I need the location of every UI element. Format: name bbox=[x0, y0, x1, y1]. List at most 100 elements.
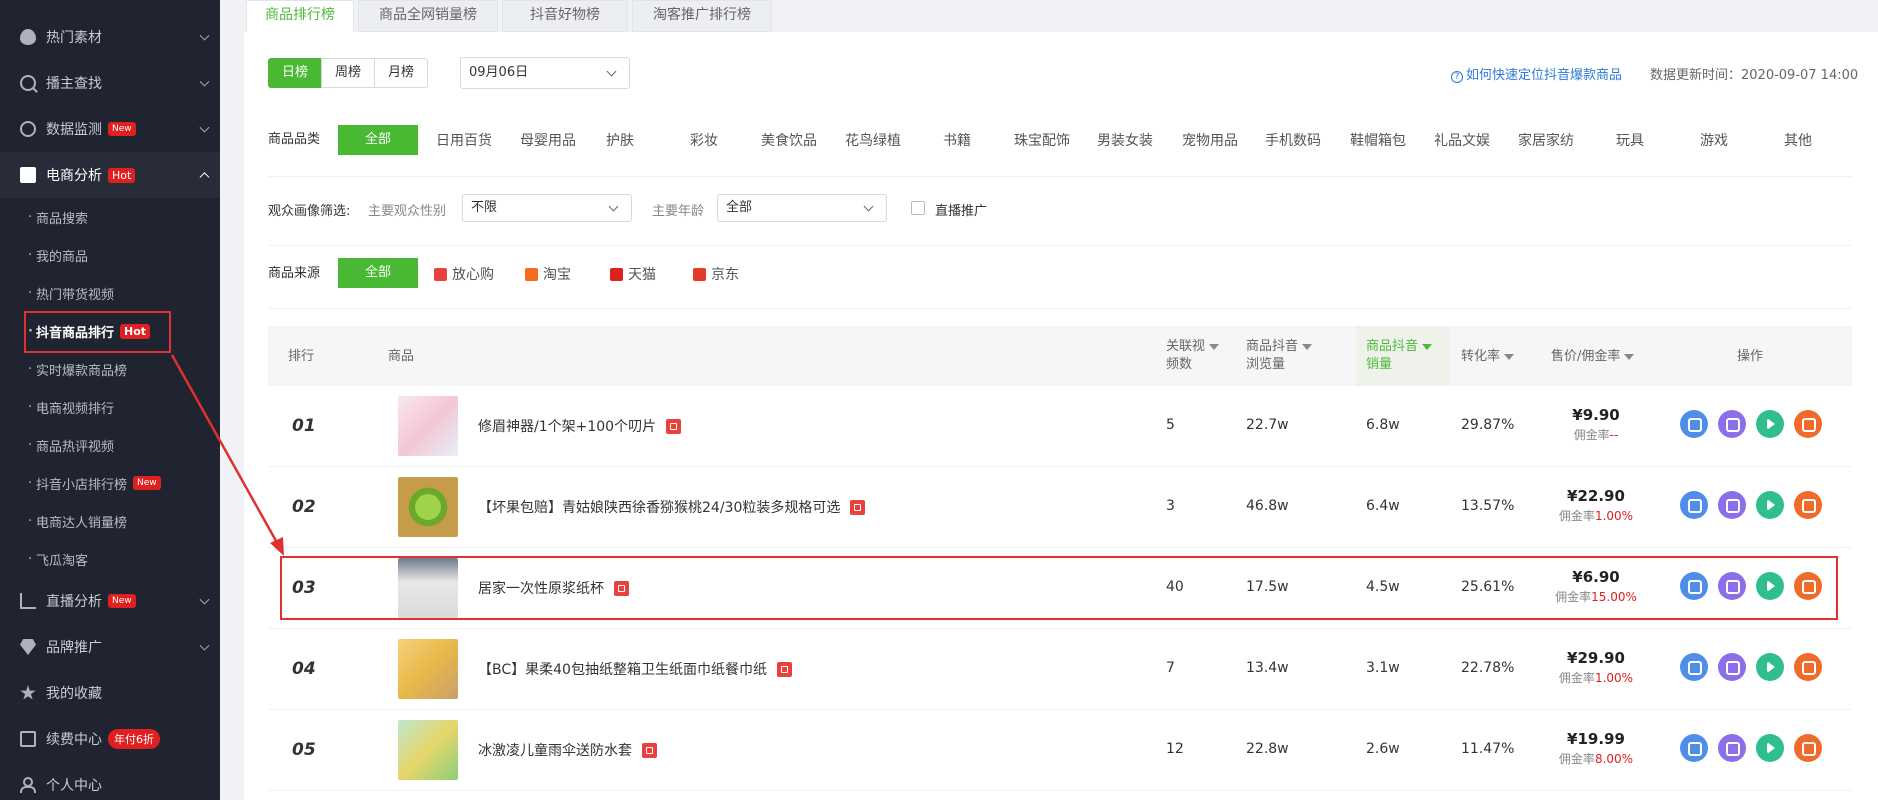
sidebar-group-ecommerce[interactable]: 电商分析 Hot bbox=[0, 152, 220, 198]
gender-select[interactable]: 不限 bbox=[462, 194, 632, 222]
shop-icon[interactable] bbox=[1794, 410, 1822, 438]
category-item[interactable]: 鞋帽箱包 bbox=[1336, 130, 1420, 150]
product-thumbnail[interactable] bbox=[398, 720, 458, 780]
help-link[interactable]: ? 如何快速定位抖音爆款商品 bbox=[1451, 64, 1622, 83]
category-item[interactable]: 书籍 bbox=[915, 130, 999, 150]
price-cell: ¥9.90 佣金率-- bbox=[1546, 406, 1646, 443]
influencer-icon[interactable] bbox=[1718, 491, 1746, 519]
product-thumbnail[interactable] bbox=[398, 639, 458, 699]
sidebar-item-hot-videos[interactable]: 热门带货视频 bbox=[0, 274, 220, 312]
chevron-down-icon bbox=[199, 594, 210, 605]
category-item[interactable]: 家居家纺 bbox=[1504, 130, 1588, 150]
search-icon bbox=[20, 75, 36, 91]
influencer-icon[interactable] bbox=[1718, 653, 1746, 681]
product-name[interactable]: 冰激凌儿童雨伞送防水套 bbox=[478, 740, 657, 760]
trend-chart-icon[interactable] bbox=[1680, 491, 1708, 519]
category-item[interactable]: 男装女装 bbox=[1083, 130, 1167, 150]
bag-icon bbox=[20, 167, 36, 183]
header-views[interactable]: 商品抖音 浏览量 bbox=[1246, 338, 1313, 374]
sidebar-group-renewal[interactable]: 续费中心 年付6折 bbox=[0, 716, 220, 762]
sidebar-item-video-ranking[interactable]: 电商视频排行 bbox=[0, 388, 220, 426]
category-item[interactable]: 护肤 bbox=[578, 130, 662, 150]
sidebar-item-hot-comment-videos[interactable]: 商品热评视频 bbox=[0, 426, 220, 464]
live-promotion-checkbox[interactable] bbox=[911, 201, 925, 215]
product-thumbnail[interactable] bbox=[398, 477, 458, 537]
product-thumbnail[interactable] bbox=[398, 396, 458, 456]
category-item[interactable]: 美食饮品 bbox=[747, 130, 831, 150]
category-item[interactable]: 彩妆 bbox=[662, 130, 746, 150]
category-item[interactable]: 礼品文娱 bbox=[1420, 130, 1504, 150]
age-select[interactable]: 全部 bbox=[717, 194, 887, 222]
source-tmall[interactable]: 天猫 bbox=[610, 264, 656, 284]
shop-icon[interactable] bbox=[1794, 734, 1822, 762]
chevron-down-icon bbox=[608, 201, 619, 212]
category-item[interactable]: 日用百货 bbox=[422, 130, 506, 150]
sidebar-item-product-search[interactable]: 商品搜索 bbox=[0, 198, 220, 236]
tab-good-items[interactable]: 抖音好物榜 bbox=[502, 0, 628, 32]
source-jd[interactable]: 京东 bbox=[693, 264, 739, 284]
discount-badge: 年付6折 bbox=[108, 729, 160, 749]
period-weekly-button[interactable]: 周榜 bbox=[321, 58, 375, 88]
category-item[interactable]: 宠物用品 bbox=[1168, 130, 1252, 150]
new-badge: New bbox=[108, 594, 136, 608]
header-sales[interactable]: 商品抖音 销量 bbox=[1366, 338, 1433, 374]
date-select[interactable]: 09月06日 bbox=[460, 57, 630, 89]
sort-down-icon bbox=[1302, 343, 1313, 350]
category-item[interactable]: 花鸟绿植 bbox=[831, 130, 915, 150]
category-item[interactable]: 手机数码 bbox=[1251, 130, 1335, 150]
play-video-icon[interactable] bbox=[1756, 653, 1784, 681]
tab-network-sales[interactable]: 商品全网销量榜 bbox=[358, 0, 498, 32]
period-daily-button[interactable]: 日榜 bbox=[268, 58, 322, 88]
period-monthly-button[interactable]: 月榜 bbox=[374, 58, 428, 88]
sidebar-group-profile[interactable]: 个人中心 bbox=[0, 762, 220, 800]
product-name[interactable]: 修眉神器/1个架+100个叨片 bbox=[478, 416, 682, 436]
view-count: 22.8w bbox=[1246, 741, 1289, 757]
trend-chart-icon[interactable] bbox=[1680, 734, 1708, 762]
price-cell: ¥19.99 佣金率8.00% bbox=[1546, 730, 1646, 767]
influencer-icon[interactable] bbox=[1718, 410, 1746, 438]
product-name[interactable]: 【坏果包赔】青姑娘陕西徐香猕猴桃24/30粒装多规格可选 bbox=[478, 497, 866, 517]
header-conversion[interactable]: 转化率 bbox=[1461, 348, 1515, 366]
sidebar-item-influencer-sales[interactable]: 电商达人销量榜 bbox=[0, 502, 220, 540]
trend-chart-icon[interactable] bbox=[1680, 653, 1708, 681]
sidebar-group-data-monitor[interactable]: 数据监测 New bbox=[0, 106, 220, 152]
category-all-button[interactable]: 全部 bbox=[338, 125, 418, 155]
influencer-icon[interactable] bbox=[1718, 734, 1746, 762]
divider bbox=[268, 176, 1852, 177]
category-item[interactable]: 玩具 bbox=[1588, 130, 1672, 150]
sidebar-highlight-box bbox=[24, 311, 171, 353]
tab-product-ranking[interactable]: 商品排行榜 bbox=[246, 0, 354, 32]
category-item[interactable]: 珠宝配饰 bbox=[1000, 130, 1084, 150]
sidebar-item-feigua-taoke[interactable]: 飞瓜淘客 bbox=[0, 540, 220, 578]
shop-icon[interactable] bbox=[1794, 653, 1822, 681]
sidebar-group-anchor-search[interactable]: 播主查找 bbox=[0, 60, 220, 106]
source-all-button[interactable]: 全部 bbox=[338, 258, 418, 288]
sort-down-icon bbox=[1624, 353, 1635, 360]
diamond-icon bbox=[20, 639, 36, 655]
category-item[interactable]: 游戏 bbox=[1672, 130, 1756, 150]
sidebar-group-live-analysis[interactable]: 直播分析 New bbox=[0, 578, 220, 624]
play-video-icon[interactable] bbox=[1756, 410, 1784, 438]
trend-chart-icon[interactable] bbox=[1680, 410, 1708, 438]
source-taobao[interactable]: 淘宝 bbox=[525, 264, 571, 284]
sidebar-item-realtime-hot[interactable]: 实时爆款商品榜 bbox=[0, 350, 220, 388]
chevron-down-icon bbox=[863, 201, 874, 212]
play-video-icon[interactable] bbox=[1756, 734, 1784, 762]
header-videos[interactable]: 关联视 频数 bbox=[1166, 338, 1220, 374]
header-price[interactable]: 售价/佣金率 bbox=[1551, 348, 1635, 366]
sidebar-group-hot-material[interactable]: 热门素材 bbox=[0, 14, 220, 60]
shop-icon[interactable] bbox=[1794, 491, 1822, 519]
play-video-icon[interactable] bbox=[1756, 491, 1784, 519]
source-fangxingou[interactable]: 放心购 bbox=[434, 264, 494, 284]
tab-taoke-ranking[interactable]: 淘客推广排行榜 bbox=[632, 0, 772, 32]
table-row[interactable]: 02 【坏果包赔】青姑娘陕西徐香猕猴桃24/30粒装多规格可选 3 46.8w 6.4w… bbox=[268, 467, 1852, 548]
table-row[interactable]: 01 修眉神器/1个架+100个叨片 5 22.7w 6.8w 29.87% ¥9.90 佣金… bbox=[268, 386, 1852, 467]
sidebar-group-favorites[interactable]: 我的收藏 bbox=[0, 670, 220, 716]
sidebar-group-brand-promotion[interactable]: 品牌推广 bbox=[0, 624, 220, 670]
product-name[interactable]: 【BC】果柔40包抽纸整箱卫生纸面巾纸餐巾纸 bbox=[478, 659, 792, 679]
sidebar-item-my-products[interactable]: 我的商品 bbox=[0, 236, 220, 274]
category-item[interactable]: 其他 bbox=[1756, 130, 1840, 150]
table-row[interactable]: 05 冰激凌儿童雨伞送防水套 12 22.8w 2.6w 11.47% ¥19.99 佣金率8… bbox=[268, 710, 1852, 791]
sidebar-item-shop-ranking[interactable]: 抖音小店排行榜New bbox=[0, 464, 220, 502]
table-row[interactable]: 04 【BC】果柔40包抽纸整箱卫生纸面巾纸餐巾纸 7 13.4w 3.1w 22.78%… bbox=[268, 629, 1852, 710]
